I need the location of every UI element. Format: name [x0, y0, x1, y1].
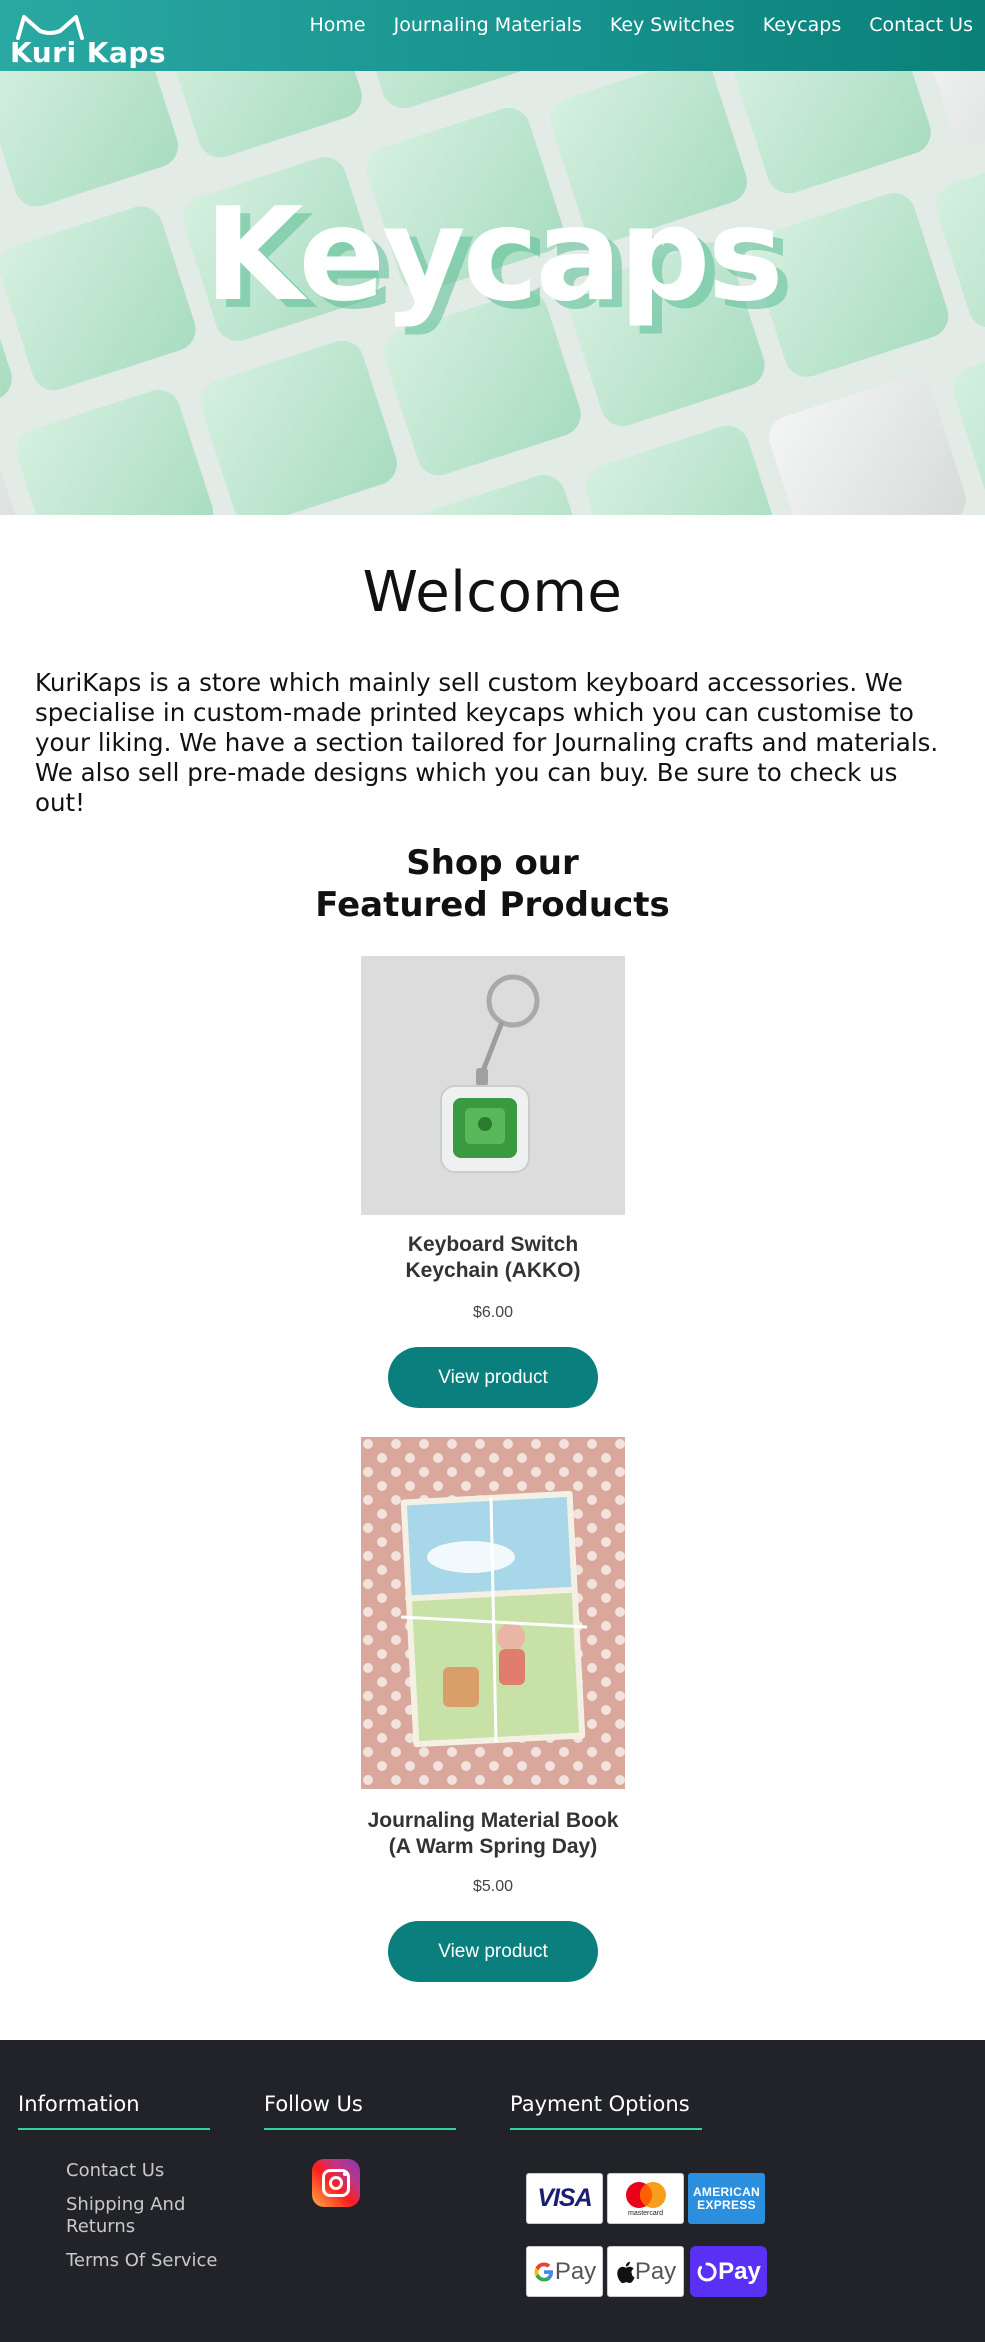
instagram-icon[interactable]: [312, 2159, 360, 2207]
product-price-keychain: $6.00: [472, 1304, 514, 1321]
footer-link-terms-of-service[interactable]: Terms Of Service: [66, 2250, 217, 2272]
site-footer: [0, 2040, 985, 2342]
instagram-lens: [329, 2176, 343, 2190]
switch-keychain-photo: [361, 956, 625, 1215]
footer-divider: [18, 2128, 210, 2130]
footer-information-title: Information: [18, 2092, 140, 2116]
welcome-title: Welcome: [362, 560, 623, 625]
logo-text: Kuri Kaps: [10, 36, 167, 69]
featured-title-line2: Featured Products: [315, 885, 670, 925]
mastercard-circles: [625, 2182, 666, 2208]
instagram-flash: [343, 2172, 347, 2176]
product-image-keychain[interactable]: [361, 956, 625, 1215]
visa-icon: VISA: [526, 2173, 603, 2224]
shop-pay-icon: Pay: [690, 2246, 767, 2297]
nav-key-switches[interactable]: Key Switches: [610, 14, 735, 36]
shop-pay-o-icon: [697, 2261, 717, 2281]
amex-label: AMERICAN EXPRESS: [692, 2184, 761, 2212]
product-name-line1: Keyboard Switch: [407, 1233, 579, 1256]
journaling-book-photo: [361, 1437, 625, 1789]
view-product-button-keychain[interactable]: View product: [388, 1347, 598, 1408]
google-g-icon: [534, 2262, 553, 2281]
footer-payment-title: Payment Options: [510, 2092, 690, 2116]
product-name-line1: Journaling Material Book: [367, 1809, 619, 1832]
product-price-journaling-book: $5.00: [472, 1878, 514, 1895]
footer-link-shipping-returns[interactable]: Shipping And Returns: [66, 2194, 216, 2238]
product-name-keychain[interactable]: Keyboard Switch Keychain (AKKO): [292, 1232, 694, 1284]
product-name-line2: Keychain (AKKO): [405, 1259, 581, 1282]
mastercard-icon: mastercard: [607, 2173, 684, 2224]
site-header: Kuri Kaps Home Journaling Materials Key …: [0, 0, 985, 71]
footer-divider: [264, 2128, 456, 2130]
nav-contact-us[interactable]: Contact Us: [869, 14, 973, 36]
apple-pay-label: Pay: [634, 2257, 677, 2285]
american-express-icon: AMERICAN EXPRESS: [688, 2173, 765, 2224]
nav-keycaps[interactable]: Keycaps: [763, 14, 842, 36]
featured-products-title: Shop our Featured Products: [0, 842, 985, 926]
footer-divider: [510, 2128, 702, 2130]
logo[interactable]: Kuri Kaps: [10, 14, 166, 70]
google-pay-icon: Pay: [526, 2246, 603, 2297]
main-nav: Home Journaling Materials Key Switches K…: [309, 14, 973, 36]
hero-title: Keycaps: [204, 181, 783, 330]
apple-pay-icon: Pay: [607, 2246, 684, 2297]
product-image-journaling-book[interactable]: [361, 1437, 625, 1789]
footer-link-contact-us[interactable]: Contact Us: [66, 2160, 164, 2182]
welcome-description: KuriKaps is a store which mainly sell cu…: [35, 668, 939, 817]
mastercard-label: mastercard: [627, 2210, 663, 2217]
nav-journaling-materials[interactable]: Journaling Materials: [394, 14, 582, 36]
google-pay-label: Pay: [554, 2257, 597, 2285]
product-name-line2: (A Warm Spring Day): [388, 1835, 598, 1858]
view-product-button-journaling-book[interactable]: View product: [388, 1921, 598, 1982]
featured-title-line1: Shop our: [406, 843, 579, 883]
product-name-journaling-book[interactable]: Journaling Material Book (A Warm Spring …: [292, 1808, 694, 1860]
apple-logo-icon: [617, 2261, 635, 2283]
hero-banner: Keycaps: [0, 71, 985, 515]
visa-label: VISA: [537, 2184, 592, 2212]
shop-pay-label: Pay: [718, 2257, 761, 2285]
nav-home[interactable]: Home: [309, 14, 365, 36]
footer-follow-title: Follow Us: [264, 2092, 363, 2116]
